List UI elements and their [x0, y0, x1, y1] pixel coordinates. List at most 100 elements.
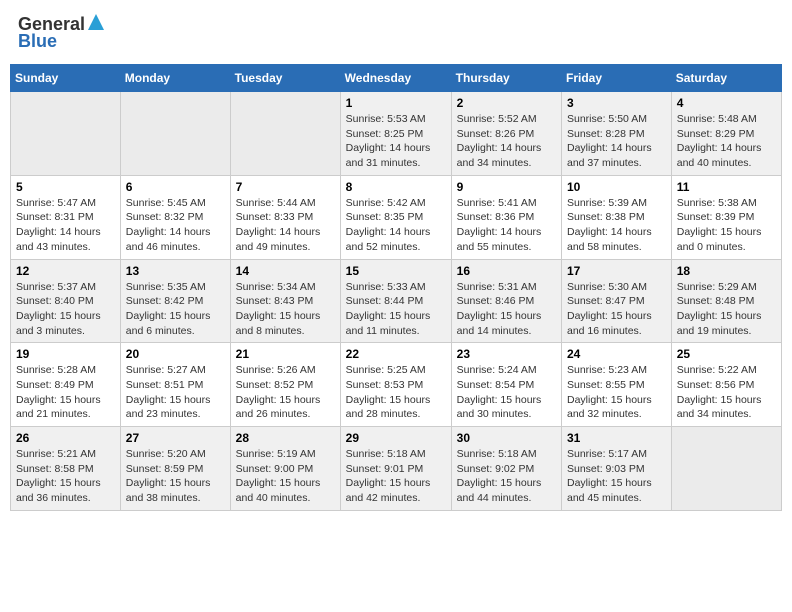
sunset-text: Sunset: 8:38 PM: [567, 210, 666, 225]
calendar-cell: [230, 92, 340, 176]
day-number: 31: [567, 431, 666, 445]
sunrise-text: Sunrise: 5:31 AM: [457, 280, 556, 295]
day-info: Sunrise: 5:53 AMSunset: 8:25 PMDaylight:…: [346, 112, 446, 171]
day-number: 16: [457, 264, 556, 278]
daylight-text: Daylight: 15 hours and 3 minutes.: [16, 309, 115, 338]
daylight-text: Daylight: 15 hours and 14 minutes.: [457, 309, 556, 338]
day-info: Sunrise: 5:33 AMSunset: 8:44 PMDaylight:…: [346, 280, 446, 339]
day-number: 20: [126, 347, 225, 361]
logo: General Blue: [18, 14, 104, 52]
day-info: Sunrise: 5:28 AMSunset: 8:49 PMDaylight:…: [16, 363, 115, 422]
calendar-cell: 31 Sunrise: 5:17 AMSunset: 9:03 PMDayligh…: [562, 427, 672, 511]
calendar-cell: 11Sunrise: 5:38 AMSunset: 8:39 PMDayligh…: [671, 175, 781, 259]
daylight-text: Daylight: 15 hours and 23 minutes.: [126, 393, 225, 422]
calendar-cell: 17Sunrise: 5:30 AMSunset: 8:47 PMDayligh…: [562, 259, 672, 343]
sunset-text: Sunset: 8:52 PM: [236, 378, 335, 393]
weekday-wednesday: Wednesday: [340, 65, 451, 92]
calendar-cell: 25 Sunrise: 5:22 AMSunset: 8:56 PMDayligh…: [671, 343, 781, 427]
calendar-cell: 4Sunrise: 5:48 AMSunset: 8:29 PMDaylight…: [671, 92, 781, 176]
daylight-text: Daylight: 14 hours and 49 minutes.: [236, 225, 335, 254]
day-number: 10: [567, 180, 666, 194]
calendar-cell: 23Sunrise: 5:24 AMSunset: 8:54 PMDayligh…: [451, 343, 561, 427]
sunset-text: Sunset: 8:47 PM: [567, 294, 666, 309]
sunset-text: Sunset: 9:02 PM: [457, 462, 556, 477]
day-info: Sunrise: 5:29 AMSunset: 8:48 PMDaylight:…: [677, 280, 776, 339]
calendar-cell: 8Sunrise: 5:42 AMSunset: 8:35 PMDaylight…: [340, 175, 451, 259]
weekday-sunday: Sunday: [11, 65, 121, 92]
day-number: 25: [677, 347, 776, 361]
sunset-text: Sunset: 8:49 PM: [16, 378, 115, 393]
day-number: 3: [567, 96, 666, 110]
sunset-text: Sunset: 8:29 PM: [677, 127, 776, 142]
sunrise-text: Sunrise: 5:19 AM: [236, 447, 335, 462]
sunrise-text: Sunrise: 5:44 AM: [236, 196, 335, 211]
sunrise-text: Sunrise: 5:48 AM: [677, 112, 776, 127]
day-info: Sunrise: 5:25 AMSunset: 8:53 PMDaylight:…: [346, 363, 446, 422]
day-number: 21: [236, 347, 335, 361]
day-info: Sunrise: 5:35 AMSunset: 8:42 PMDaylight:…: [126, 280, 225, 339]
calendar-week-4: 19Sunrise: 5:28 AMSunset: 8:49 PMDayligh…: [11, 343, 782, 427]
daylight-text: Daylight: 15 hours and 32 minutes.: [567, 393, 666, 422]
calendar-cell: 5 Sunrise: 5:47 AMSunset: 8:31 PMDaylight…: [11, 175, 121, 259]
daylight-text: Daylight: 15 hours and 42 minutes.: [346, 476, 446, 505]
day-number: 19: [16, 347, 115, 361]
calendar-week-5: 26Sunrise: 5:21 AMSunset: 8:58 PMDayligh…: [11, 427, 782, 511]
weekday-tuesday: Tuesday: [230, 65, 340, 92]
day-info: Sunrise: 5:18 AMSunset: 9:01 PMDaylight:…: [346, 447, 446, 506]
day-number: 24: [567, 347, 666, 361]
day-number: 5: [16, 180, 115, 194]
daylight-text: Daylight: 15 hours and 38 minutes.: [126, 476, 225, 505]
sunrise-text: Sunrise: 5:28 AM: [16, 363, 115, 378]
day-info: Sunrise: 5:47 AMSunset: 8:31 PMDaylight:…: [16, 196, 115, 255]
sunset-text: Sunset: 8:51 PM: [126, 378, 225, 393]
daylight-text: Daylight: 15 hours and 16 minutes.: [567, 309, 666, 338]
day-info: Sunrise: 5:17 AMSunset: 9:03 PMDaylight:…: [567, 447, 666, 506]
calendar-cell: 26Sunrise: 5:21 AMSunset: 8:58 PMDayligh…: [11, 427, 121, 511]
day-info: Sunrise: 5:21 AMSunset: 8:58 PMDaylight:…: [16, 447, 115, 506]
sunset-text: Sunset: 9:00 PM: [236, 462, 335, 477]
sunset-text: Sunset: 8:26 PM: [457, 127, 556, 142]
day-number: 14: [236, 264, 335, 278]
sunset-text: Sunset: 8:43 PM: [236, 294, 335, 309]
day-info: Sunrise: 5:30 AMSunset: 8:47 PMDaylight:…: [567, 280, 666, 339]
sunrise-text: Sunrise: 5:17 AM: [567, 447, 666, 462]
sunset-text: Sunset: 8:48 PM: [677, 294, 776, 309]
daylight-text: Daylight: 14 hours and 55 minutes.: [457, 225, 556, 254]
calendar-week-1: 1 Sunrise: 5:53 AMSunset: 8:25 PMDaylight…: [11, 92, 782, 176]
sunrise-text: Sunrise: 5:50 AM: [567, 112, 666, 127]
daylight-text: Daylight: 14 hours and 43 minutes.: [16, 225, 115, 254]
day-info: Sunrise: 5:26 AMSunset: 8:52 PMDaylight:…: [236, 363, 335, 422]
sunset-text: Sunset: 8:31 PM: [16, 210, 115, 225]
calendar-cell: 16Sunrise: 5:31 AMSunset: 8:46 PMDayligh…: [451, 259, 561, 343]
calendar-cell: 14Sunrise: 5:34 AMSunset: 8:43 PMDayligh…: [230, 259, 340, 343]
daylight-text: Daylight: 15 hours and 26 minutes.: [236, 393, 335, 422]
calendar-cell: 27Sunrise: 5:20 AMSunset: 8:59 PMDayligh…: [120, 427, 230, 511]
daylight-text: Daylight: 15 hours and 19 minutes.: [677, 309, 776, 338]
sunset-text: Sunset: 8:59 PM: [126, 462, 225, 477]
calendar-cell: 6Sunrise: 5:45 AMSunset: 8:32 PMDaylight…: [120, 175, 230, 259]
daylight-text: Daylight: 15 hours and 8 minutes.: [236, 309, 335, 338]
day-info: Sunrise: 5:22 AMSunset: 8:56 PMDaylight:…: [677, 363, 776, 422]
day-number: 15: [346, 264, 446, 278]
calendar-cell: 18 Sunrise: 5:29 AMSunset: 8:48 PMDayligh…: [671, 259, 781, 343]
sunset-text: Sunset: 8:25 PM: [346, 127, 446, 142]
day-number: 9: [457, 180, 556, 194]
sunset-text: Sunset: 8:28 PM: [567, 127, 666, 142]
day-number: 1: [346, 96, 446, 110]
calendar-cell: 21 Sunrise: 5:26 AMSunset: 8:52 PMDayligh…: [230, 343, 340, 427]
daylight-text: Daylight: 14 hours and 31 minutes.: [346, 141, 446, 170]
calendar-cell: 22Sunrise: 5:25 AMSunset: 8:53 PMDayligh…: [340, 343, 451, 427]
sunrise-text: Sunrise: 5:18 AM: [457, 447, 556, 462]
day-number: 2: [457, 96, 556, 110]
day-info: Sunrise: 5:44 AMSunset: 8:33 PMDaylight:…: [236, 196, 335, 255]
daylight-text: Daylight: 14 hours and 40 minutes.: [677, 141, 776, 170]
sunset-text: Sunset: 9:01 PM: [346, 462, 446, 477]
day-number: 28: [236, 431, 335, 445]
weekday-header-row: SundayMondayTuesdayWednesdayThursdayFrid…: [11, 65, 782, 92]
day-number: 18: [677, 264, 776, 278]
daylight-text: Daylight: 14 hours and 46 minutes.: [126, 225, 225, 254]
daylight-text: Daylight: 14 hours and 58 minutes.: [567, 225, 666, 254]
calendar-cell: 12Sunrise: 5:37 AMSunset: 8:40 PMDayligh…: [11, 259, 121, 343]
sunrise-text: Sunrise: 5:29 AM: [677, 280, 776, 295]
daylight-text: Daylight: 15 hours and 28 minutes.: [346, 393, 446, 422]
